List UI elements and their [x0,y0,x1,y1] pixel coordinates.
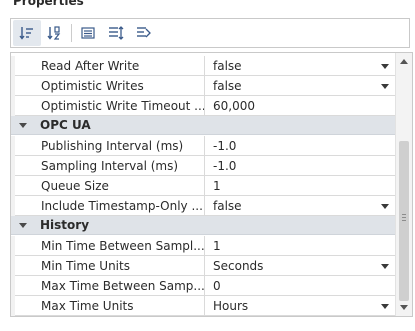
chevron-down-icon[interactable] [381,304,389,309]
property-name: Include Timestamp-Only ... [11,196,205,216]
property-row[interactable]: Include Timestamp-Only ... false [11,196,395,216]
vertical-scrollbar[interactable] [395,53,412,316]
panel-title: Properties [13,0,84,8]
property-name: Read After Write [11,56,205,76]
property-value: Hours [213,299,249,313]
property-value-field[interactable]: 1 [206,236,395,256]
grip-line [402,217,406,218]
scroll-up-arrow-icon[interactable] [400,59,408,64]
grip-line [402,214,406,215]
property-value-field[interactable]: 1 [206,176,395,196]
chevron-down-icon[interactable] [381,204,389,209]
property-value-field[interactable]: 0 [206,276,395,296]
expand-all-icon [109,26,124,40]
chevron-down-icon[interactable] [381,84,389,89]
property-name: Min Time Units [11,256,205,276]
property-name: Queue Size [11,176,205,196]
property-grid: Read After Write false Optimistic Writes fa… [10,52,413,317]
sort-categorized-button[interactable] [13,20,41,46]
collapse-all-icon [137,27,151,38]
category-label: History [40,218,90,232]
property-name: Optimistic Write Timeout ... [11,96,205,116]
chevron-down-icon[interactable] [381,64,389,69]
sort-categorized-icon [19,27,33,40]
category-label: OPC UA [40,118,91,132]
property-value: 60,000 [213,99,255,113]
property-name: Sampling Interval (ms) [11,156,205,176]
property-list-button[interactable] [74,20,102,46]
property-list-icon [81,27,95,39]
property-value-dropdown[interactable]: Hours [206,296,395,316]
property-value-dropdown[interactable]: false [206,56,395,76]
collapse-caret-icon[interactable] [19,223,27,228]
property-row[interactable]: Publishing Interval (ms) -1.0 [11,136,395,156]
property-row[interactable]: Optimistic Writes false [11,76,395,96]
toolbar-separator [71,24,72,42]
sort-alphabetical-icon [47,26,61,40]
property-value: 0 [213,279,221,293]
property-row[interactable]: Min Time Between Sampl... 1 [11,236,395,256]
property-value-dropdown[interactable]: Seconds [206,256,395,276]
sort-alphabetical-button[interactable] [41,20,69,46]
property-value-dropdown[interactable]: false [206,196,395,216]
category-header[interactable]: History [11,216,395,235]
property-name: Max Time Between Samp... [11,276,205,296]
collapse-caret-icon[interactable] [19,123,27,128]
expand-all-button[interactable] [102,20,130,46]
property-row[interactable]: Queue Size 1 [11,176,395,196]
property-value: false [213,59,242,73]
property-value: Seconds [213,259,264,273]
property-value: false [213,79,242,93]
properties-toolbar [10,18,410,48]
property-row[interactable]: Max Time Units Hours [11,296,395,316]
scroll-thumb[interactable] [399,141,409,301]
property-row[interactable]: Read After Write false [11,56,395,76]
property-value: -1.0 [213,139,237,153]
property-value-field[interactable]: -1.0 [206,156,395,176]
property-value: 1 [213,239,221,253]
property-value-field[interactable]: 60,000 [206,96,395,116]
property-row[interactable]: Min Time Units Seconds [11,256,395,276]
property-name: Min Time Between Sampl... [11,236,205,256]
property-value-field[interactable]: -1.0 [206,136,395,156]
property-value: false [213,199,242,213]
category-header[interactable]: OPC UA [11,116,395,135]
property-row[interactable]: Optimistic Write Timeout ... 60,000 [11,96,395,116]
property-row[interactable]: Sampling Interval (ms) -1.0 [11,156,395,176]
property-name: Optimistic Writes [11,76,205,96]
property-value: -1.0 [213,159,237,173]
chevron-down-icon[interactable] [381,264,389,269]
grip-line [402,220,406,221]
collapse-all-button[interactable] [130,20,158,46]
property-row[interactable]: Max Time Between Samp... 0 [11,276,395,296]
property-value: 1 [213,179,221,193]
property-value-dropdown[interactable]: false [206,76,395,96]
scroll-down-arrow-icon[interactable] [400,305,408,310]
property-name: Max Time Units [11,296,205,316]
property-name: Publishing Interval (ms) [11,136,205,156]
